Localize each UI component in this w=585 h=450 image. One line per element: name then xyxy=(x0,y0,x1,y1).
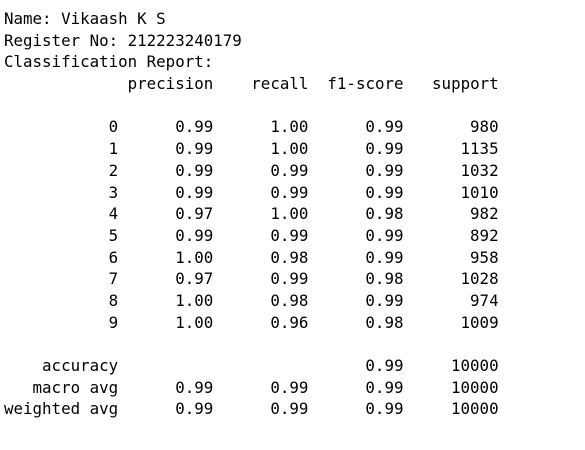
class-row: 1 0.99 1.00 0.99 1135 xyxy=(4,138,499,160)
row-label: 5 xyxy=(4,225,119,245)
summary-rows: accuracy 0.99 10000 macro avg 0.99 0.99 … xyxy=(4,355,499,420)
recall-cell: 0.99 xyxy=(213,399,309,419)
row-label: accuracy xyxy=(4,356,119,375)
row-label: 7 xyxy=(4,269,119,289)
column-header-recall: recall xyxy=(251,74,309,94)
register-number-line: Register No: 212223240179 xyxy=(4,30,242,50)
recall-cell: 0.99 xyxy=(213,182,309,202)
recall-cell: 0.99 xyxy=(213,269,309,289)
notebook-output: Name: Vikaash K S Register No: 2122232401… xyxy=(4,8,499,420)
summary-row: accuracy 0.99 10000 xyxy=(4,355,499,377)
precision-cell: 0.99 xyxy=(118,182,214,202)
row-label: macro avg xyxy=(4,377,119,397)
f1-score-cell: 0.99 xyxy=(308,117,404,137)
support-cell: 1010 xyxy=(403,182,499,202)
column-header-f1-score: f1-score xyxy=(327,74,404,94)
column-header-support: support xyxy=(432,74,499,94)
support-cell: 892 xyxy=(403,225,499,245)
support-cell: 10000 xyxy=(403,399,499,419)
recall-cell: 0.99 xyxy=(213,160,309,180)
row-label: 3 xyxy=(4,182,119,202)
recall-cell: 0.98 xyxy=(213,290,309,310)
precision-cell: 0.97 xyxy=(118,204,214,224)
f1-score-cell: 0.99 xyxy=(308,290,404,310)
precision-cell: 0.97 xyxy=(118,269,214,289)
header-gap xyxy=(213,74,251,93)
name-line: Name: Vikaash K S xyxy=(4,9,166,28)
f1-score-cell: 0.99 xyxy=(308,225,404,245)
precision-cell: 0.99 xyxy=(118,377,214,397)
recall-cell: 1.00 xyxy=(213,139,309,159)
support-cell: 1032 xyxy=(403,160,499,180)
precision-cell: 1.00 xyxy=(118,290,214,310)
class-row: 0 0.99 1.00 0.99 980 xyxy=(4,116,499,138)
class-row: 2 0.99 0.99 0.99 1032 xyxy=(4,160,499,182)
precision-cell: 1.00 xyxy=(118,312,214,332)
class-row: 5 0.99 0.99 0.99 892 xyxy=(4,225,499,247)
class-row: 7 0.97 0.99 0.98 1028 xyxy=(4,268,499,290)
f1-score-cell: 0.99 xyxy=(308,399,404,419)
precision-cell: 1.00 xyxy=(118,247,214,267)
class-row: 6 1.00 0.98 0.99 958 xyxy=(4,247,499,269)
support-cell: 958 xyxy=(403,247,499,267)
row-label: 4 xyxy=(4,204,119,224)
support-cell: 1028 xyxy=(403,269,499,289)
row-label: 1 xyxy=(4,139,119,159)
recall-cell: 0.99 xyxy=(213,225,309,245)
precision-cell: 0.99 xyxy=(118,139,214,159)
report-header-row: precision recall f1-score support xyxy=(4,73,499,95)
f1-score-cell: 0.99 xyxy=(308,182,404,202)
class-row: 9 1.00 0.96 0.98 1009 xyxy=(4,312,499,334)
f1-score-cell: 0.99 xyxy=(308,247,404,267)
recall-cell xyxy=(213,356,308,375)
row-label: weighted avg xyxy=(4,399,119,419)
row-label: 8 xyxy=(4,290,119,310)
f1-score-cell: 0.98 xyxy=(308,312,404,332)
summary-row: weighted avg 0.99 0.99 0.99 10000 xyxy=(4,398,499,420)
precision-cell xyxy=(118,356,213,375)
class-rows: 0 0.99 1.00 0.99 980 1 0.99 1.00 0.99 11… xyxy=(4,116,499,333)
support-cell: 10000 xyxy=(403,356,499,375)
header-gap xyxy=(308,74,327,93)
header-pad xyxy=(4,74,128,93)
row-label: 0 xyxy=(4,117,119,137)
recall-cell: 0.98 xyxy=(213,247,309,267)
f1-score-cell: 0.98 xyxy=(308,204,404,224)
row-label: 2 xyxy=(4,160,119,180)
report-title: Classification Report: xyxy=(4,52,214,72)
f1-score-cell: 0.98 xyxy=(308,269,404,289)
support-cell: 980 xyxy=(403,117,499,137)
summary-row: macro avg 0.99 0.99 0.99 10000 xyxy=(4,377,499,399)
column-header-precision: precision xyxy=(127,74,214,94)
precision-cell: 0.99 xyxy=(118,225,214,245)
support-cell: 982 xyxy=(403,204,499,224)
precision-cell: 0.99 xyxy=(118,399,214,419)
support-cell: 1135 xyxy=(403,139,499,159)
header-gap xyxy=(404,74,433,93)
class-row: 3 0.99 0.99 0.99 1010 xyxy=(4,182,499,204)
precision-cell: 0.99 xyxy=(118,117,214,137)
f1-score-cell: 0.99 xyxy=(308,356,404,375)
row-label: 9 xyxy=(4,312,119,332)
precision-cell: 0.99 xyxy=(118,160,214,180)
row-label: 6 xyxy=(4,247,119,267)
support-cell: 974 xyxy=(403,290,499,310)
recall-cell: 0.96 xyxy=(213,312,309,332)
support-cell: 10000 xyxy=(403,377,499,397)
support-cell: 1009 xyxy=(403,312,499,332)
recall-cell: 0.99 xyxy=(213,377,309,397)
class-row: 8 1.00 0.98 0.99 974 xyxy=(4,290,499,312)
f1-score-cell: 0.99 xyxy=(308,377,404,397)
recall-cell: 1.00 xyxy=(213,117,309,137)
f1-score-cell: 0.99 xyxy=(308,139,404,159)
f1-score-cell: 0.99 xyxy=(308,160,404,180)
class-row: 4 0.97 1.00 0.98 982 xyxy=(4,203,499,225)
recall-cell: 1.00 xyxy=(213,204,309,224)
